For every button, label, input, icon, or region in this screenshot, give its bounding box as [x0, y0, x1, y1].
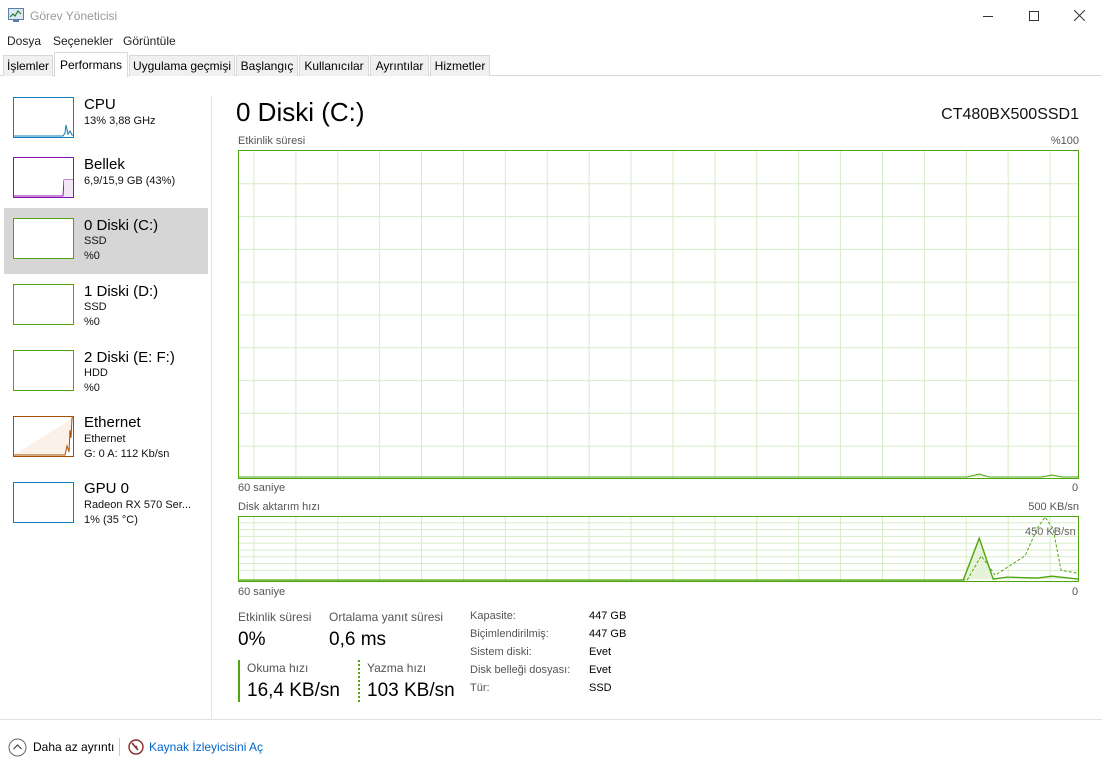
- sidebar-item-title: 0 Diski (C:): [84, 217, 159, 234]
- disk-2-thumbnail-graph: [13, 350, 74, 391]
- sidebar-item-type: SSD: [84, 301, 107, 313]
- sidebar-item-gpu[interactable]: GPU 0 Radeon RX 570 Ser... 1% (35 °C): [4, 472, 208, 538]
- activity-graph-min: 0: [1072, 482, 1079, 494]
- minimize-icon: [983, 15, 993, 17]
- fewer-details-label: Daha az ayrıntı: [33, 740, 115, 754]
- activity-graph-label: Etkinlik süresi: [238, 135, 306, 147]
- write-stat-label: Yazma hızı: [367, 661, 427, 675]
- chevron-up-circle-icon: [8, 738, 27, 756]
- formatted-value: 447 GB: [589, 628, 627, 640]
- sidebar-item-throughput: G: 0 A: 112 Kb/sn: [84, 448, 170, 460]
- sidebar-item-disk-0[interactable]: 0 Diski (C:) SSD %0: [4, 208, 208, 274]
- sidebar-item-detail: 6,9/15,9 GB (43%): [84, 175, 176, 187]
- type-value: SSD: [589, 682, 612, 694]
- memory-thumbnail-graph: [13, 157, 74, 198]
- maximize-button[interactable]: [1011, 0, 1057, 31]
- resource-monitor-label: Kaynak İzleyicisini Aç: [149, 740, 264, 754]
- tab-app-history[interactable]: Uygulama geçmişi: [129, 55, 235, 76]
- sidebar-item-title: Bellek: [84, 156, 125, 173]
- system-disk-value: Evet: [589, 646, 612, 658]
- sidebar-item-usage: %0: [84, 382, 100, 394]
- sidebar-item-adapter: Ethernet: [84, 433, 126, 445]
- open-resource-monitor-link[interactable]: Kaynak İzleyicisini Aç: [128, 737, 263, 757]
- page-title: 0 Diski (C:): [236, 97, 365, 127]
- sidebar-item-usage: %0: [84, 250, 100, 262]
- transfer-rate-graph: [238, 516, 1079, 582]
- disk-model: CT480BX500SSD1: [941, 106, 1079, 123]
- sidebar-item-model: Radeon RX 570 Ser...: [84, 499, 192, 511]
- activity-stat-label: Etkinlik süresi: [238, 610, 312, 624]
- transfer-graph-label: Disk aktarım hızı: [238, 501, 320, 513]
- transfer-graph-min: 0: [1072, 586, 1079, 598]
- sidebar-item-title: CPU: [84, 96, 116, 113]
- menu-file[interactable]: Dosya: [7, 34, 41, 48]
- tab-performance[interactable]: Performans: [54, 52, 128, 77]
- response-stat-value: 0,6 ms: [329, 629, 387, 650]
- sidebar-item-title: 1 Diski (D:): [84, 283, 159, 300]
- activity-stat-value: 0%: [238, 629, 266, 650]
- tab-processes[interactable]: İşlemler: [3, 55, 53, 76]
- response-stat-label: Ortalama yanıt süresi: [329, 610, 444, 624]
- write-stat-value: 103 KB/sn: [367, 680, 455, 701]
- read-rate-indicator: [238, 660, 240, 702]
- menu-options[interactable]: Seçenekler: [53, 34, 113, 48]
- maximize-icon: [1029, 10, 1039, 21]
- tab-services[interactable]: Hizmetler: [430, 55, 490, 76]
- formatted-label: Biçimlendirilmiş:: [470, 628, 549, 640]
- system-disk-label: Sistem diski:: [470, 646, 532, 658]
- activity-graph-time: 60 saniye: [238, 482, 286, 494]
- sidebar-item-title: GPU 0: [84, 480, 130, 497]
- activity-graph: [238, 150, 1079, 479]
- disk-1-thumbnail-graph: [13, 284, 74, 325]
- transfer-graph-mid: 450 KB/sn: [1025, 526, 1076, 538]
- tab-users[interactable]: Kullanıcılar: [299, 55, 369, 76]
- capacity-value: 447 GB: [589, 610, 627, 622]
- capacity-label: Kapasite:: [470, 610, 516, 622]
- sidebar-item-disk-2[interactable]: 2 Diski (E: F:) HDD %0: [4, 340, 208, 406]
- disk-0-thumbnail-graph: [13, 218, 74, 259]
- tab-strip: İşlemler Performans Uygulama geçmişi Baş…: [0, 51, 1102, 77]
- minimize-button[interactable]: [965, 0, 1011, 31]
- menu-bar: Dosya Seçenekler Görüntüle: [0, 31, 1102, 51]
- read-stat-label: Okuma hızı: [247, 661, 309, 675]
- ethernet-thumbnail-graph: [13, 416, 74, 457]
- resource-monitor-icon: [128, 739, 144, 755]
- close-icon: [1073, 10, 1085, 21]
- task-manager-icon: [8, 8, 24, 22]
- read-stat-value: 16,4 KB/sn: [247, 680, 340, 701]
- gpu-thumbnail-graph: [13, 482, 74, 523]
- sidebar-item-cpu[interactable]: CPU 13% 3,88 GHz: [4, 90, 208, 156]
- window-title: Görev Yöneticisi: [30, 9, 118, 23]
- sidebar-item-usage: %0: [84, 316, 100, 328]
- sidebar-item-detail: 13% 3,88 GHz: [84, 115, 156, 127]
- page-file-value: Evet: [589, 664, 612, 676]
- tab-startup[interactable]: Başlangıç: [236, 55, 298, 76]
- sidebar-item-usage: 1% (35 °C): [84, 514, 138, 526]
- footer-divider: [119, 738, 120, 756]
- fewer-details-button[interactable]: Daha az ayrıntı: [8, 737, 114, 757]
- sidebar-divider: [211, 96, 212, 718]
- activity-graph-max: %100: [1050, 135, 1079, 147]
- footer-bar: Daha az ayrıntı Kaynak İzleyicisini Aç: [0, 719, 1102, 771]
- page-file-label: Disk belleği dosyası:: [470, 664, 571, 676]
- transfer-graph-max: 500 KB/sn: [1028, 501, 1079, 513]
- type-label: Tür:: [470, 682, 490, 694]
- menu-view[interactable]: Görüntüle: [123, 34, 176, 48]
- close-button[interactable]: [1056, 0, 1102, 31]
- sidebar-item-type: SSD: [84, 235, 107, 247]
- sidebar-item-memory[interactable]: Bellek 6,9/15,9 GB (43%): [4, 150, 208, 216]
- sidebar-item-title: Ethernet: [84, 414, 141, 431]
- sidebar-item-type: HDD: [84, 367, 108, 379]
- tab-details[interactable]: Ayrıntılar: [370, 55, 429, 76]
- sidebar-item-ethernet[interactable]: Ethernet Ethernet G: 0 A: 112 Kb/sn: [4, 406, 208, 472]
- write-rate-indicator: [358, 660, 360, 702]
- title-bar: Görev Yöneticisi: [0, 0, 1102, 31]
- sidebar-item-disk-1[interactable]: 1 Diski (D:) SSD %0: [4, 274, 208, 340]
- transfer-graph-time: 60 saniye: [238, 586, 286, 598]
- cpu-thumbnail-graph: [13, 97, 74, 138]
- sidebar-item-title: 2 Diski (E: F:): [84, 349, 175, 366]
